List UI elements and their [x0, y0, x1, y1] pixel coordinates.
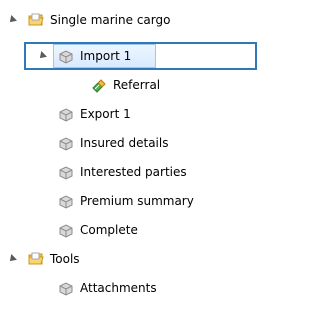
tree-item-import-1[interactable]: Import 1 — [0, 44, 257, 68]
tree-item-attachments[interactable]: Attachments — [0, 276, 257, 300]
expander-icon[interactable] — [37, 51, 47, 61]
tree-item-label: Insured details — [80, 136, 169, 150]
cargo-icon — [58, 280, 74, 296]
tree-item-premium-summary[interactable]: Premium summary — [0, 189, 257, 213]
tree-item-insured-details[interactable]: Insured details — [0, 131, 257, 155]
tree-item-label: Single marine cargo — [50, 13, 171, 27]
referral-icon — [91, 77, 107, 93]
tree-item-tools[interactable]: Tools — [0, 247, 257, 271]
tree-item-label: Attachments — [80, 281, 157, 295]
cargo-icon — [58, 164, 74, 180]
folder-icon — [28, 12, 44, 28]
tree-item-referral[interactable]: Referral — [0, 73, 257, 97]
tree-item-export-1[interactable]: Export 1 — [0, 102, 257, 126]
tree-item-complete[interactable]: Complete — [0, 218, 257, 242]
expander-icon[interactable] — [7, 15, 17, 25]
folder-icon — [28, 251, 44, 267]
cargo-icon — [58, 222, 74, 238]
cargo-icon — [58, 106, 74, 122]
cargo-icon — [58, 48, 74, 64]
tree-item-label: Premium summary — [80, 194, 194, 208]
navigation-tree: Single marine cargo Import 1 Referral Ex… — [0, 0, 257, 317]
expander-icon[interactable] — [7, 254, 17, 264]
tree-item-label: Interested parties — [80, 165, 187, 179]
tree-item-label: Referral — [113, 78, 161, 92]
cargo-icon — [58, 193, 74, 209]
tree-item-label: Complete — [80, 223, 138, 237]
tree-item-single-marine-cargo[interactable]: Single marine cargo — [0, 8, 257, 32]
tree-item-interested-parties[interactable]: Interested parties — [0, 160, 257, 184]
cargo-icon — [58, 135, 74, 151]
tree-item-label: Tools — [50, 252, 80, 266]
tree-item-label: Import 1 — [80, 49, 132, 63]
tree-item-label: Export 1 — [80, 107, 131, 121]
